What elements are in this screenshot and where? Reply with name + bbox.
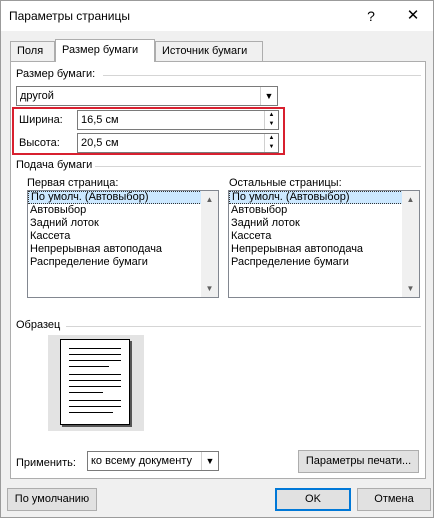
spin-down-icon[interactable]: ▼ [264,120,278,129]
list-item[interactable]: Распределение бумаги [28,256,218,269]
tab-panel-paper-size: Размер бумаги: другой ▼ Ширина: 16,5 см … [10,61,426,479]
preview-text-line [69,360,121,361]
list-item[interactable]: Кассета [229,230,419,243]
height-spin-buttons[interactable]: ▲ ▼ [264,134,278,152]
preview-text-line [69,392,103,393]
cancel-button[interactable]: Отмена [357,488,431,511]
scroll-down-icon[interactable]: ▼ [201,280,218,297]
list-item[interactable]: Непрерывная автоподача [229,243,419,256]
apply-to-label: Применить: [16,457,76,469]
list-item[interactable]: Автовыбор [28,204,218,217]
first-page-label: Первая страница: [27,177,119,189]
page-setup-dialog: Параметры страницы ? ✕ Поля Размер бумаг… [0,0,434,518]
list-item[interactable]: Задний лоток [229,217,419,230]
other-pages-list[interactable]: По умолч. (Автовыбор) Автовыбор Задний л… [228,190,420,298]
paper-size-value: другой [20,90,54,102]
preview-text-line [69,380,121,381]
paper-feed-label: Подача бумаги [16,159,93,171]
scroll-down-icon[interactable]: ▼ [402,280,419,297]
height-spinner[interactable]: 20,5 см ▲ ▼ [77,133,279,153]
close-button[interactable]: ✕ [399,5,427,27]
other-pages-label: Остальные страницы: [229,177,342,189]
apply-to-value: ко всему документу [91,455,192,467]
spin-up-icon[interactable]: ▲ [264,134,278,143]
list-item[interactable]: Автовыбор [229,204,419,217]
width-spin-buttons[interactable]: ▲ ▼ [264,111,278,129]
preview-text-line [69,400,121,401]
paper-size-label: Размер бумаги: [16,68,96,80]
list-item[interactable]: По умолч. (Автовыбор) [229,191,419,204]
width-label: Ширина: [19,114,63,126]
window-title: Параметры страницы [9,9,130,23]
preview-text-line [69,354,121,355]
preview-text-line [69,348,121,349]
spin-down-icon[interactable]: ▼ [264,143,278,152]
preview-page [60,339,130,425]
group-divider [66,326,421,327]
preview-text-line [69,386,121,387]
list-item[interactable]: Распределение бумаги [229,256,419,269]
title-bar: Параметры страницы ? ✕ [1,1,433,31]
scrollbar[interactable]: ▲ ▼ [402,191,419,297]
help-button[interactable]: ? [357,5,385,27]
set-default-button[interactable]: По умолчанию [7,488,97,511]
spin-up-icon[interactable]: ▲ [264,111,278,120]
apply-to-select[interactable]: ко всему документу ▼ [87,451,219,471]
width-value: 16,5 см [81,114,119,126]
paper-size-select[interactable]: другой ▼ [16,86,278,106]
print-options-button[interactable]: Параметры печати... [298,450,419,473]
chevron-down-icon[interactable]: ▼ [201,452,218,470]
chevron-down-icon[interactable]: ▼ [260,87,277,105]
height-value: 20,5 см [81,137,119,149]
preview-label: Образец [16,319,61,331]
scroll-up-icon[interactable]: ▲ [402,191,419,208]
ok-button[interactable]: OK [275,488,351,511]
scroll-up-icon[interactable]: ▲ [201,191,218,208]
preview-text-line [69,366,109,367]
height-label: Высота: [19,137,60,149]
tab-paper-size[interactable]: Размер бумаги [55,39,155,62]
width-spinner[interactable]: 16,5 см ▲ ▼ [77,110,279,130]
scrollbar[interactable]: ▲ ▼ [201,191,218,297]
preview-text-line [69,374,121,375]
list-item[interactable]: Кассета [28,230,218,243]
tab-margins[interactable]: Поля [10,41,55,61]
list-item[interactable]: Задний лоток [28,217,218,230]
group-divider [103,75,421,76]
first-page-list[interactable]: По умолч. (Автовыбор) Автовыбор Задний л… [27,190,219,298]
list-item[interactable]: Непрерывная автоподача [28,243,218,256]
tab-paper-source[interactable]: Источник бумаги [155,41,263,61]
group-divider [95,166,421,167]
list-item[interactable]: По умолч. (Автовыбор) [28,191,218,204]
preview-text-line [69,412,113,413]
page-preview [48,335,144,431]
preview-text-line [69,406,121,407]
